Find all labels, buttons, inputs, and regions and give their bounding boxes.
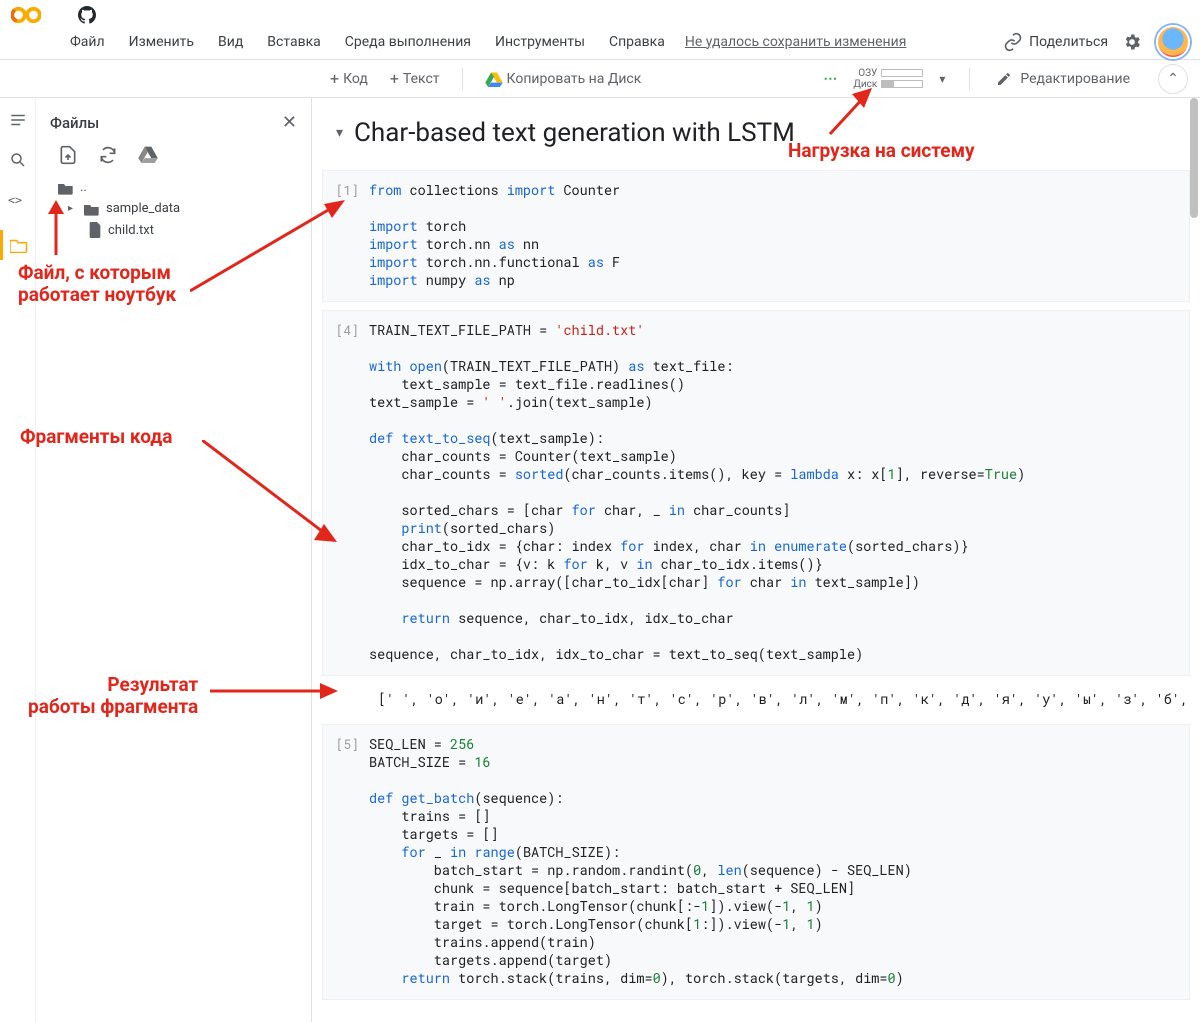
copy-drive-label: Копировать на Диск: [507, 71, 642, 87]
disk-graph: [881, 80, 923, 88]
system-resources[interactable]: ОЗУ Диск: [853, 68, 923, 90]
ram-graph: [881, 69, 923, 77]
file-child-txt[interactable]: child.txt: [44, 219, 303, 241]
menu-insert[interactable]: Вставка: [257, 30, 330, 54]
search-icon[interactable]: [8, 150, 28, 170]
link-icon: [1003, 32, 1023, 52]
mount-drive-icon[interactable]: [138, 145, 160, 167]
gear-icon[interactable]: [1122, 32, 1142, 52]
resources-dropdown[interactable]: ▾: [933, 72, 951, 86]
folder-icon: [84, 202, 100, 216]
sidebar-title: Файлы: [50, 114, 99, 132]
add-code-button[interactable]: +Код: [322, 65, 376, 92]
folder-icon: [58, 181, 74, 195]
chevron-right-icon: ▸: [68, 203, 78, 214]
menu-file[interactable]: Файл: [60, 30, 115, 54]
add-text-button[interactable]: +Текст: [382, 65, 448, 92]
cell-number: [1]: [335, 181, 369, 289]
busy-indicator: ⋯: [823, 71, 839, 87]
edit-mode-label: Редактирование: [1020, 71, 1130, 87]
colab-logo[interactable]: [10, 0, 42, 31]
file-icon: [88, 222, 102, 238]
refresh-icon[interactable]: [98, 145, 120, 167]
menu-edit[interactable]: Изменить: [119, 30, 204, 54]
file-label: child.txt: [108, 223, 154, 238]
cell-number: [5]: [335, 735, 369, 987]
code-content[interactable]: TRAIN_TEXT_FILE_PATH = 'child.txt' with …: [369, 321, 1025, 663]
close-sidebar-button[interactable]: ✕: [282, 112, 297, 133]
share-label: Поделиться: [1029, 34, 1108, 50]
menu-view[interactable]: Вид: [208, 30, 253, 54]
code-cell[interactable]: [4] TRAIN_TEXT_FILE_PATH = 'child.txt' w…: [322, 310, 1190, 676]
code-cell[interactable]: [5] SEQ_LEN = 256 BATCH_SIZE = 16 def ge…: [322, 724, 1190, 1000]
cell-number: [4]: [335, 321, 369, 663]
github-icon[interactable]: [78, 6, 96, 24]
notebook-area: ▾ Char-based text generation with LSTM […: [312, 98, 1200, 1022]
copy-to-drive-button[interactable]: Копировать на Диск: [477, 67, 650, 91]
folder-label: sample_data: [106, 201, 180, 216]
files-tab[interactable]: [0, 230, 35, 260]
edit-mode-button[interactable]: Редактирование: [988, 67, 1138, 91]
toc-icon[interactable]: [8, 110, 28, 130]
avatar[interactable]: [1156, 25, 1190, 59]
menu-help[interactable]: Справка: [599, 30, 675, 54]
menu-bar: Файл Изменить Вид Вставка Среда выполнен…: [60, 30, 675, 54]
folder-up[interactable]: ..: [44, 177, 303, 198]
folder-up-label: ..: [80, 180, 87, 195]
drive-icon: [485, 71, 503, 87]
save-status[interactable]: Не удалось сохранить изменения: [685, 34, 907, 50]
cell-output: [' ', 'o', 'и', 'е', 'а', 'н', 'т', 'с',…: [322, 684, 1190, 718]
section-collapse-icon[interactable]: ▾: [336, 125, 346, 141]
share-button[interactable]: Поделиться: [1003, 32, 1108, 52]
upload-file-icon[interactable]: [58, 145, 80, 167]
collapse-toolbar-button[interactable]: ⌃: [1158, 64, 1188, 94]
divider: [462, 68, 463, 90]
scrollbar[interactable]: [1186, 98, 1200, 1022]
ram-label: ОЗУ: [858, 68, 877, 79]
code-content[interactable]: SEQ_LEN = 256 BATCH_SIZE = 16 def get_ba…: [369, 735, 912, 987]
svg-text:<>: <>: [8, 193, 22, 207]
menu-runtime[interactable]: Среда выполнения: [335, 30, 481, 54]
pencil-icon: [996, 71, 1012, 87]
add-text-label: Текст: [403, 71, 440, 87]
disk-label: Диск: [853, 79, 877, 90]
code-cell[interactable]: [1] from collections import Counter impo…: [322, 170, 1190, 302]
code-content[interactable]: from collections import Counter import t…: [369, 181, 620, 289]
notebook-title: Char-based text generation with LSTM: [354, 118, 795, 148]
menu-tools[interactable]: Инструменты: [485, 30, 595, 54]
folder-sample-data[interactable]: ▸ sample_data: [44, 198, 303, 219]
snippets-icon[interactable]: <>: [8, 190, 28, 210]
add-code-label: Код: [343, 71, 368, 87]
divider: [969, 68, 970, 90]
